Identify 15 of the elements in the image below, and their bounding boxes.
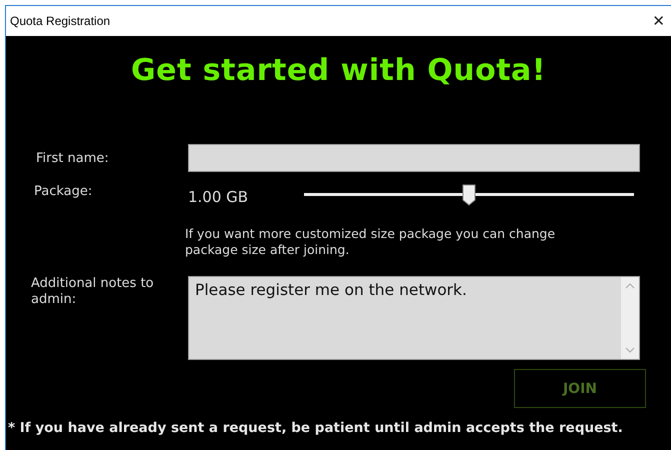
scrollbar[interactable] (621, 277, 639, 359)
heading: Get started with Quota! (130, 52, 547, 90)
close-button[interactable]: ✕ (652, 12, 671, 30)
notes-field[interactable]: Please register me on the network. (188, 276, 640, 360)
window-title: Quota Registration (9, 14, 110, 28)
first-name-label: First name: (35, 150, 110, 166)
package-reading: 1.00 GB (188, 187, 250, 206)
notes-label: Additional notes to admin: (30, 276, 155, 308)
first-name-field[interactable] (188, 144, 640, 172)
package-label: Package: (33, 184, 94, 199)
slider-thumb[interactable] (462, 184, 476, 206)
scroll-down-icon[interactable] (625, 346, 635, 354)
scroll-up-icon[interactable] (625, 282, 635, 290)
footer-note: * If you have already sent a request, be patient until admin accepts the request. (7, 420, 624, 436)
package-hint: If you want more customized size package you can change package size after joining. (185, 226, 556, 258)
